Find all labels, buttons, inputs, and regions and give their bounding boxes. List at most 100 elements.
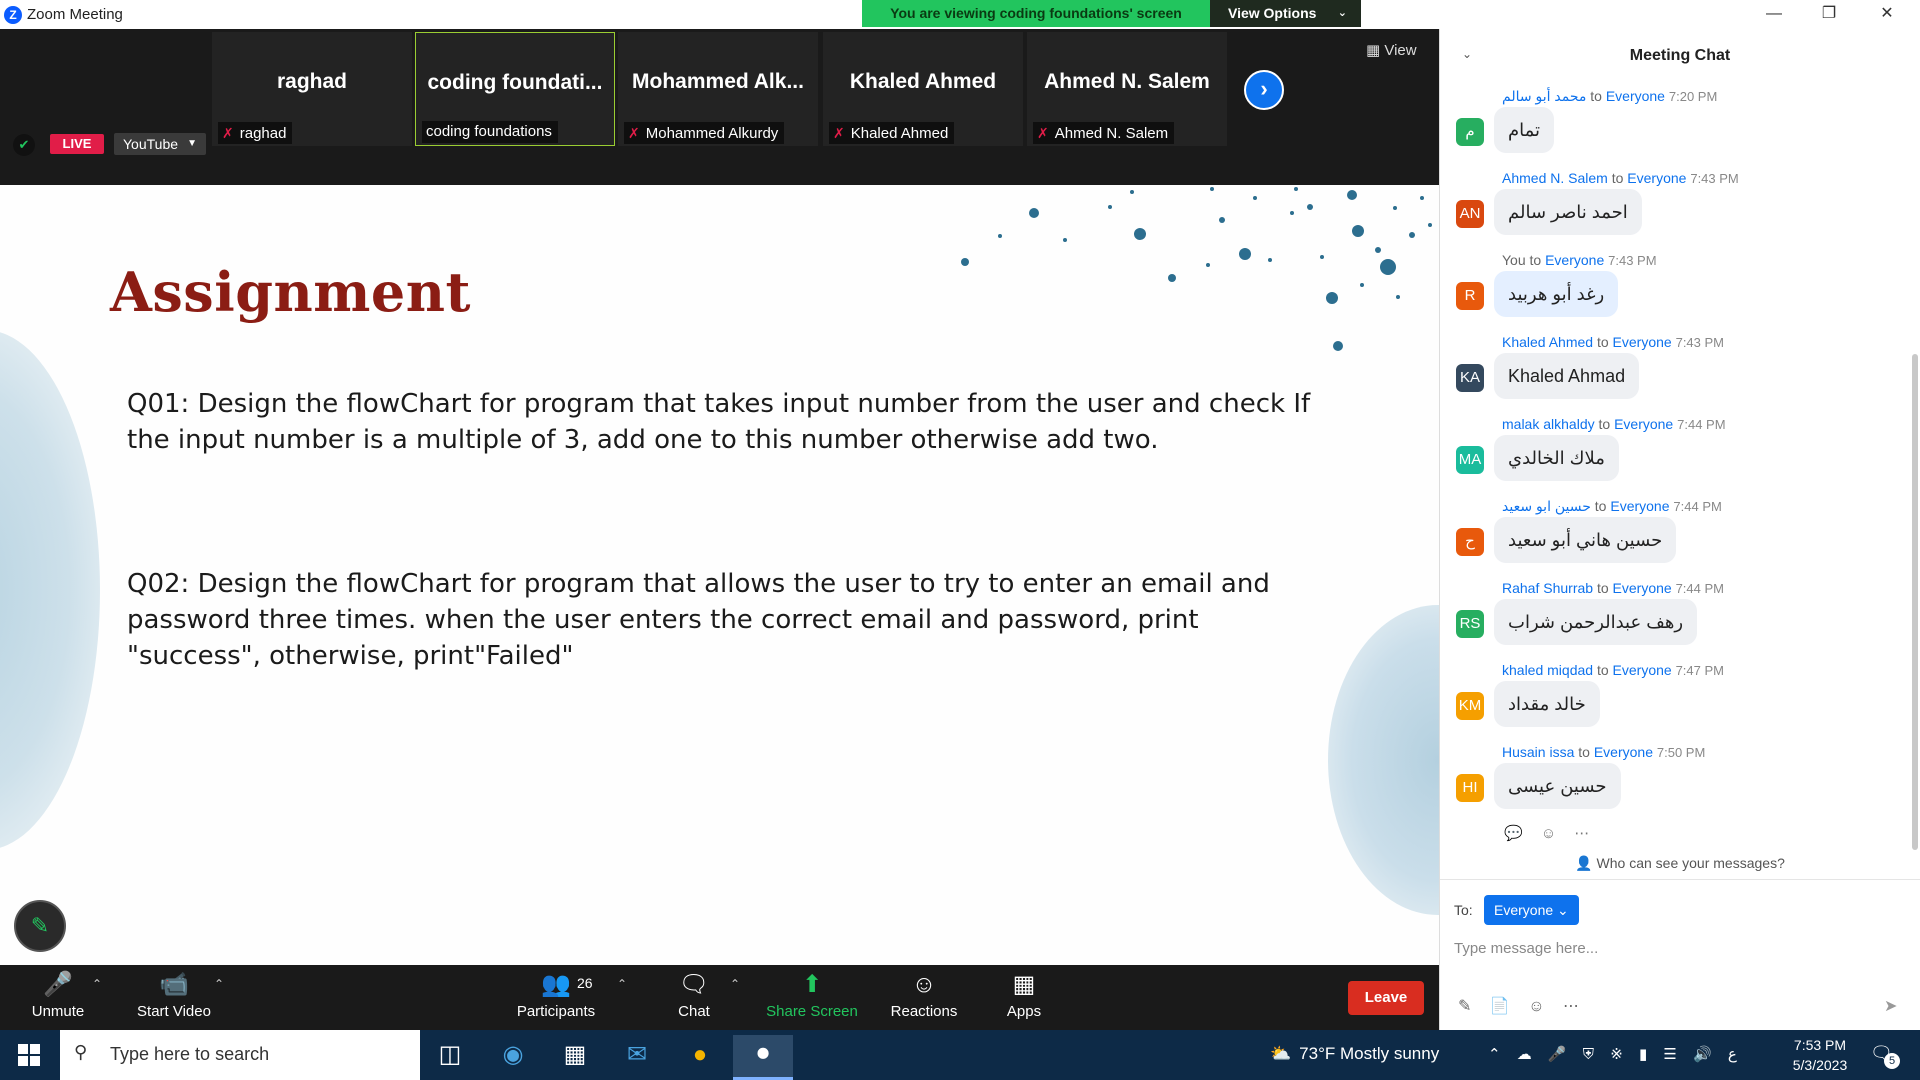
chat-message[interactable]: ح حسين ابو سعيد to Everyone 7:44 PM حسين… — [1454, 498, 1894, 580]
meeting-controls: 🎤 Unmute ⌃ 📹 Start Video ⌃ 👥 Participant… — [0, 965, 1439, 1030]
video-tile[interactable]: Ahmed N. Salem ✗ Ahmed N. Salem — [1027, 32, 1227, 146]
message-time: 7:44 PM — [1675, 581, 1724, 596]
video-tile[interactable]: raghad ✗ raghad — [212, 32, 412, 146]
message-meta: حسين ابو سعيد to Everyone 7:44 PM — [1502, 498, 1722, 515]
message-input[interactable] — [1454, 929, 1894, 967]
reactions-button[interactable]: ☺ Reactions — [882, 965, 966, 1030]
divider — [1440, 879, 1920, 880]
tile-name-label: ✗ raghad — [218, 122, 293, 144]
add-reaction-icon[interactable]: ☺ — [1541, 825, 1556, 842]
taskbar-search[interactable]: ⚲ Type here to search — [60, 1030, 420, 1080]
message-time: 7:47 PM — [1675, 663, 1724, 678]
grid-icon: ▦ — [1366, 42, 1381, 59]
message-meta: malak alkhaldy to Everyone 7:44 PM — [1502, 416, 1726, 432]
clock-date: 5/3/2023 — [1792, 1057, 1848, 1073]
avatar: RS — [1456, 610, 1484, 638]
mail-icon[interactable]: ✉ — [607, 1035, 667, 1080]
system-tray: ⌃ ☁ 🎤 ⛨ ※ ▮ ☰ 🔊 ع — [1488, 1045, 1749, 1063]
edge-browser-icon[interactable]: ◉ — [483, 1035, 543, 1080]
to-label: To: — [1454, 902, 1473, 918]
video-tile[interactable]: Mohammed Alk... ✗ Mohammed Alkurdy — [618, 32, 818, 146]
to-word: to — [1596, 662, 1609, 678]
audio-options-caret-icon[interactable]: ⌃ — [92, 977, 102, 991]
watercolor-decoration — [0, 330, 100, 850]
youtube-stream-dropdown[interactable]: YouTube ▼ — [114, 133, 206, 155]
chat-button[interactable]: 🗨 Chat — [670, 965, 718, 1030]
close-window-button[interactable]: ✕ — [1864, 2, 1910, 26]
tile-name-label: ✗ Mohammed Alkurdy — [624, 122, 785, 144]
chat-message[interactable]: MA malak alkhaldy to Everyone 7:44 PM مل… — [1454, 416, 1894, 498]
sender-name: Husain issa — [1502, 744, 1575, 760]
chat-caret-icon[interactable]: ⌃ — [730, 977, 740, 991]
to-word: to — [1594, 498, 1607, 514]
notifications-icon[interactable]: 🗨 5 — [1870, 1043, 1900, 1069]
send-icon[interactable]: ➤ — [1884, 996, 1897, 1016]
taskbar-clock[interactable]: 7:53 PM 5/3/2023 — [1770, 1035, 1870, 1075]
chat-message[interactable]: HI Husain issa to Everyone 7:50 PM حسين … — [1454, 744, 1894, 826]
chrome-icon[interactable]: ● — [670, 1035, 730, 1080]
search-icon: ⚲ — [74, 1042, 88, 1062]
chat-message[interactable]: KA Khaled Ahmed to Everyone 7:43 PM Khal… — [1454, 334, 1894, 416]
zoom-app-icon[interactable]: ⚫ — [733, 1035, 793, 1080]
microsoft-store-icon[interactable]: ▦ — [545, 1035, 605, 1080]
chat-scrollbar[interactable] — [1912, 354, 1918, 850]
tile-display-name: Khaled Ahmed — [849, 70, 997, 93]
chat-message[interactable]: RS Rahaf Shurrab to Everyone 7:44 PM رهف… — [1454, 580, 1894, 662]
video-tile[interactable]: Khaled Ahmed ✗ Khaled Ahmed — [823, 32, 1023, 146]
sender-name: khaled miqdad — [1502, 662, 1594, 678]
video-options-caret-icon[interactable]: ⌃ — [214, 977, 224, 991]
to-word: to — [1596, 334, 1609, 350]
video-tile-active-speaker[interactable]: coding foundati... coding foundations — [415, 32, 615, 146]
emoji-icon[interactable]: ☺ — [1528, 998, 1544, 1015]
unmute-button[interactable]: 🎤 Unmute — [18, 965, 98, 1030]
muted-mic-icon: ✗ — [1037, 125, 1049, 141]
start-video-button[interactable]: 📹 Start Video — [128, 965, 220, 1030]
title-bar: Z Zoom Meeting You are viewing coding fo… — [0, 0, 1920, 29]
live-badge[interactable]: LIVE — [50, 134, 104, 154]
reply-icon[interactable]: 💬 — [1504, 825, 1523, 842]
message-bubble: حسين عيسى — [1494, 763, 1621, 809]
security-icon[interactable]: ⛨ — [1583, 1046, 1594, 1063]
unmute-label: Unmute — [31, 1003, 85, 1020]
chat-message[interactable]: AN Ahmed N. Salem to Everyone 7:43 PM اح… — [1454, 170, 1894, 252]
to-word: to — [1578, 744, 1590, 760]
wifi-icon[interactable]: ☰ — [1663, 1046, 1676, 1063]
show-hidden-icons-icon[interactable]: ⌃ — [1488, 1046, 1501, 1063]
task-view-icon[interactable]: ◫ — [420, 1035, 480, 1080]
battery-icon[interactable]: ▮ — [1639, 1046, 1647, 1063]
security-shield-icon[interactable]: ✔ — [13, 134, 35, 156]
bluetooth-icon[interactable]: ※ — [1610, 1046, 1623, 1063]
to-word: to — [1590, 88, 1602, 104]
message-meta: You to Everyone 7:43 PM — [1502, 252, 1657, 268]
chat-message[interactable]: م محمد أبو سالم to Everyone 7:20 PM تمام — [1454, 88, 1894, 170]
video-off-icon: 📹 — [159, 971, 189, 998]
chat-message[interactable]: KM khaled miqdad to Everyone 7:47 PM خال… — [1454, 662, 1894, 744]
next-page-arrow-icon[interactable]: › — [1244, 70, 1284, 110]
restore-button[interactable]: ❐ — [1806, 2, 1852, 26]
annotate-pencil-icon[interactable]: ✎ — [14, 900, 66, 952]
participants-caret-icon[interactable]: ⌃ — [617, 977, 627, 991]
apps-button[interactable]: ▦ Apps — [1000, 965, 1048, 1030]
language-indicator[interactable]: ع — [1728, 1046, 1737, 1063]
cloud-icon[interactable]: ☁ — [1517, 1046, 1532, 1063]
share-screen-label: Share Screen — [766, 1003, 858, 1020]
volume-icon[interactable]: 🔊 — [1693, 1046, 1712, 1063]
recipient-dropdown[interactable]: Everyone ⌄ — [1484, 895, 1579, 925]
format-text-icon[interactable]: ✎ — [1458, 998, 1471, 1015]
more-options-icon[interactable]: ⋯ — [1563, 998, 1579, 1015]
attach-file-icon[interactable]: 📄 — [1490, 998, 1510, 1015]
microphone-icon[interactable]: 🎤 — [1548, 1046, 1567, 1063]
weather-widget[interactable]: ⛅ 73°F Mostly sunny — [1270, 1044, 1439, 1064]
share-screen-button[interactable]: ⬆ Share Screen — [762, 965, 862, 1030]
view-options-button[interactable]: View Options ⌄ — [1210, 0, 1361, 27]
minimize-button[interactable]: — — [1751, 2, 1797, 26]
windows-taskbar: ⚲ Type here to search ◫ ◉ ▦ ✉ ● ⚫ ⛅ 73°F … — [0, 1030, 1920, 1080]
view-button[interactable]: ▦ View — [1366, 41, 1417, 59]
leave-button[interactable]: Leave — [1348, 981, 1424, 1015]
chat-message[interactable]: R You to Everyone 7:43 PM رغد أبو هربيد — [1454, 252, 1894, 334]
youtube-label: YouTube — [123, 136, 179, 152]
windows-start-icon[interactable] — [18, 1044, 40, 1066]
who-can-see-link[interactable]: 👤 Who can see your messages? — [1440, 855, 1920, 872]
more-options-icon[interactable]: ⋯ — [1574, 825, 1589, 842]
avatar: HI — [1456, 774, 1484, 802]
